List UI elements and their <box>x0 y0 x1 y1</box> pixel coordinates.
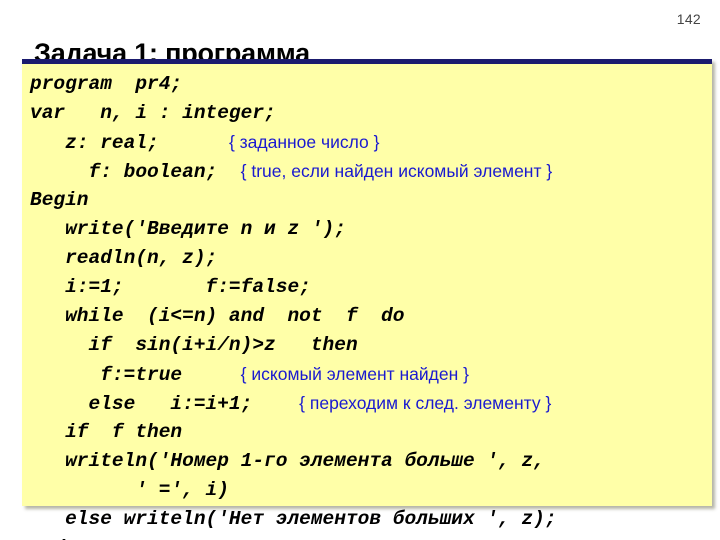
code-text: if f then <box>30 421 183 443</box>
code-text: if sin(i+i/n)>z then <box>30 334 358 356</box>
code-text: z: real; <box>30 132 229 154</box>
code-line: f:=true { искомый элемент найден } <box>30 360 710 389</box>
code-text: else i:=i+1; <box>30 393 300 415</box>
code-text: ' =', i) <box>30 479 229 501</box>
code-line: f: boolean; { true, если найден искомый … <box>30 157 710 186</box>
code-text: Begin <box>30 189 89 211</box>
code-line: ' =', i) <box>30 476 710 505</box>
code-line: writeln('Номер 1-го элемента больше ', z… <box>30 447 710 476</box>
code-line: if f then <box>30 418 710 447</box>
code-line: else i:=i+1; { переходим к след. элемент… <box>30 389 710 418</box>
code-line: z: real; { заданное число } <box>30 128 710 157</box>
code-line: Begin <box>30 186 710 215</box>
code-line: write('Введите n и z '); <box>30 215 710 244</box>
code-text: f: boolean; <box>30 161 241 183</box>
code-line: var n, i : integer; <box>30 99 710 128</box>
code-line: if sin(i+i/n)>z then <box>30 331 710 360</box>
code-text: i:=1; f:=false; <box>30 276 311 298</box>
code-text: else writeln('Нет элементов больших ', z… <box>30 508 557 530</box>
code-text: f:=true <box>30 364 241 386</box>
code-listing: program pr4; var n, i : integer; z: real;… <box>30 70 710 540</box>
code-text: program pr4; <box>30 73 183 95</box>
code-line: readln(n, z); <box>30 244 710 273</box>
code-comment: { заданное число } <box>228 132 380 152</box>
code-line: i:=1; f:=false; <box>30 273 710 302</box>
code-line: end. <box>30 534 710 540</box>
code-line: else writeln('Нет элементов больших ', z… <box>30 505 710 534</box>
code-text: writeln('Номер 1-го элемента больше ', z… <box>30 450 545 472</box>
code-text: while (i<=n) and not f do <box>30 305 405 327</box>
code-panel: program pr4; var n, i : integer; z: real;… <box>22 59 712 540</box>
code-line: program pr4; <box>30 70 710 99</box>
code-comment: { переходим к след. элементу } <box>299 393 552 413</box>
page-number: 142 <box>676 11 701 27</box>
code-text: var n, i : integer; <box>30 102 276 124</box>
code-comment: { true, если найден искомый элемент } <box>240 161 553 181</box>
slide: 142 Задача 1: программа program pr4; var … <box>0 0 720 540</box>
code-line: while (i<=n) and not f do <box>30 302 710 331</box>
code-text: readln(n, z); <box>30 247 218 269</box>
code-text: write('Введите n и z '); <box>30 218 346 240</box>
code-comment: { искомый элемент найден } <box>240 364 469 384</box>
